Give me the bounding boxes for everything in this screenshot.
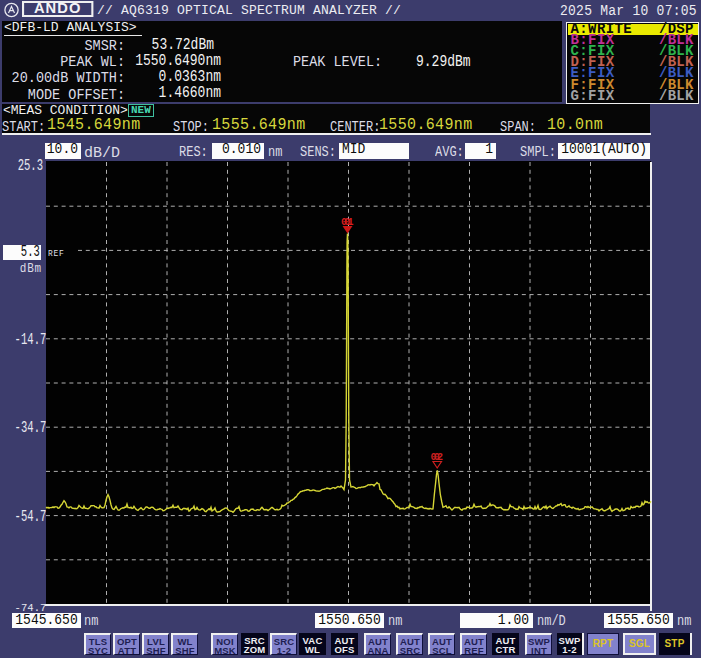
svg-text:001: 001 (341, 217, 354, 228)
